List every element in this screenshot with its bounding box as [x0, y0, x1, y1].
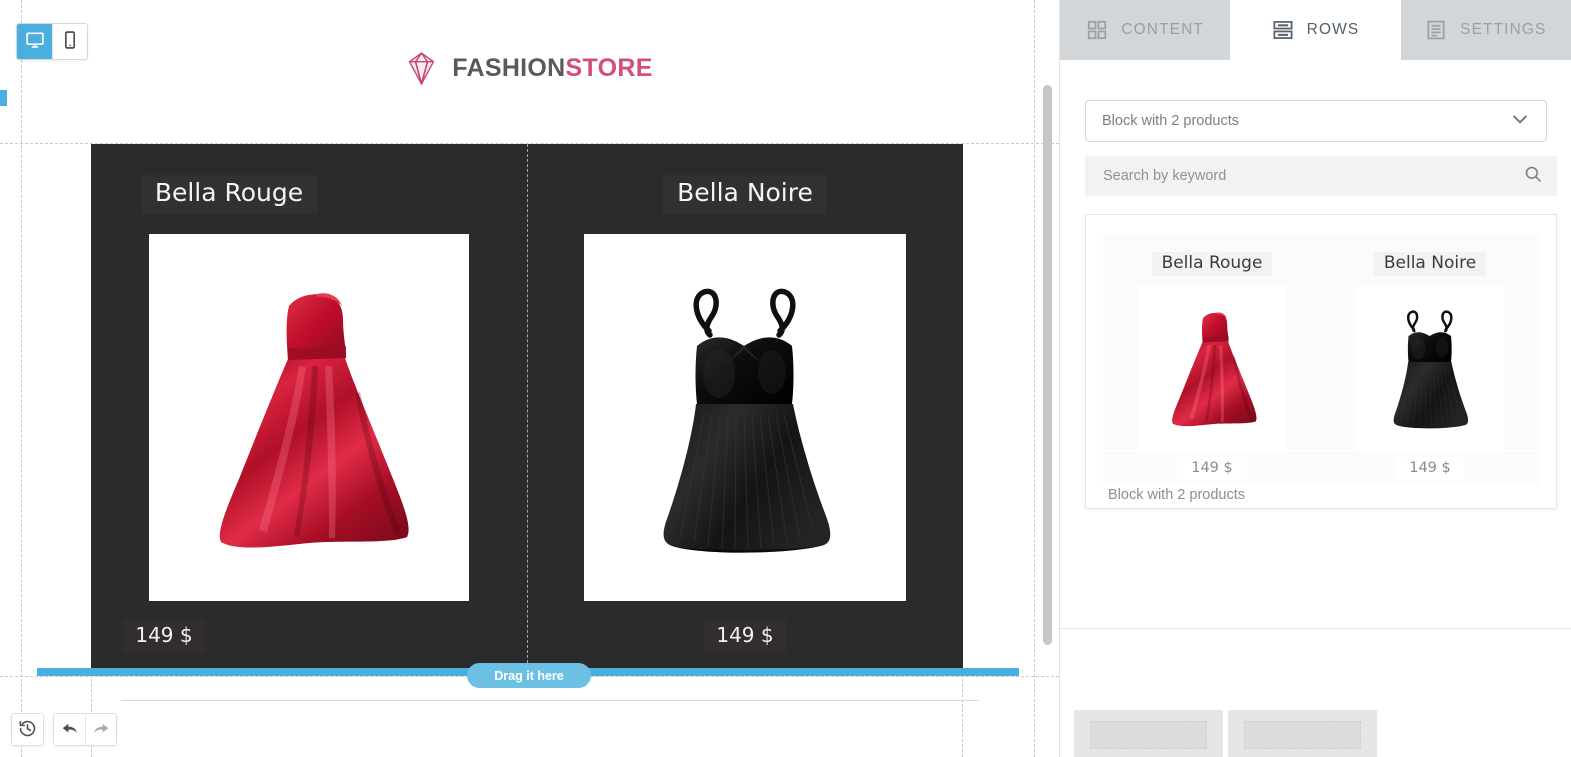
product-price: 149 $: [704, 618, 786, 653]
preview-price-cell-1: 149 $: [1103, 452, 1321, 484]
preview-product-title: Bella Rouge: [1151, 252, 1273, 276]
product-title: Bella Rouge: [140, 175, 318, 214]
history-group: [11, 713, 44, 746]
grid-squares-icon: [1086, 19, 1108, 41]
product-column-2[interactable]: Bella Noire 149 $: [527, 144, 963, 673]
preview-product-price: 149 $: [1395, 456, 1465, 480]
product-title: Bella Noire: [663, 175, 827, 214]
history-clock-icon: [18, 719, 37, 741]
products-row[interactable]: Bella Rouge 149 $ Bella Noire 149 $: [91, 144, 963, 673]
preview-product-2: Bella Noire: [1321, 235, 1539, 450]
chevron-down-icon: [1510, 109, 1530, 134]
email-canvas[interactable]: Air: [0, 0, 1059, 757]
mobile-view-button[interactable]: [52, 24, 87, 59]
tab-content[interactable]: CONTENT: [1060, 0, 1231, 60]
product-column-1[interactable]: Bella Rouge 149 $: [91, 144, 527, 673]
search-field[interactable]: [1085, 156, 1557, 196]
sidebar-tabbar: CONTENT ROWS SETTINGS: [1060, 0, 1571, 60]
preview-product-title: Bella Noire: [1373, 252, 1487, 276]
device-view-toggle[interactable]: [16, 23, 88, 60]
drag-ghost-placeholder: [1090, 721, 1207, 749]
preview-prices-row: 149 $ 149 $: [1103, 452, 1539, 484]
row-preview-caption: Block with 2 products: [1108, 487, 1246, 503]
row-category-select[interactable]: Block with 2 products: [1085, 100, 1547, 142]
undo-button[interactable]: [54, 714, 85, 745]
product-image-black-dress[interactable]: [584, 233, 906, 601]
preview-image-black-dress: [1356, 286, 1504, 450]
email-body: Air: [21, 0, 1034, 757]
monitor-icon: [25, 30, 45, 53]
undo-arrow-icon: [60, 719, 79, 741]
right-sidebar: CONTENT ROWS SETTINGS Block with 2 produ…: [1059, 0, 1571, 757]
drag-ghost-column-1: [1074, 710, 1223, 757]
tab-content-label: CONTENT: [1121, 21, 1204, 38]
row-selection-marker[interactable]: [0, 90, 7, 106]
mobile-icon: [60, 30, 80, 53]
drag-ghost-placeholder: [1244, 721, 1361, 749]
preview-product-price: 149 $: [1177, 456, 1247, 480]
guide-line-right-outer: [1034, 0, 1035, 757]
desktop-view-button[interactable]: [17, 24, 52, 59]
rows-stack-icon: [1272, 19, 1294, 41]
redo-button[interactable]: [85, 714, 116, 745]
logo-text: FASHIONSTORE: [452, 54, 652, 83]
product-image-red-gown[interactable]: [149, 233, 469, 601]
red-gown-image: [149, 233, 469, 601]
logo-text-secondary: STORE: [565, 54, 653, 82]
redo-arrow-icon: [92, 719, 111, 741]
tab-rows-label: ROWS: [1306, 21, 1360, 38]
black-dress-thumb: [1358, 286, 1502, 450]
header-row[interactable]: FASHIONSTORE: [91, 0, 963, 143]
tab-settings[interactable]: SETTINGS: [1400, 0, 1571, 60]
red-gown-thumb: [1140, 286, 1284, 450]
black-dress-image: [584, 233, 906, 601]
diamond-gem-icon: [401, 48, 442, 89]
history-button[interactable]: [12, 714, 43, 745]
drag-ghost-row[interactable]: [1060, 694, 1397, 757]
drop-target-label: Drag it here: [467, 663, 591, 688]
row-category-value: Block with 2 products: [1102, 113, 1240, 129]
logo-text-primary: FASHION: [452, 54, 566, 82]
preview-product-1: Bella Rouge: [1103, 235, 1321, 450]
list-lines-icon: [1425, 19, 1447, 41]
footer-divider: [121, 700, 979, 701]
sidebar-section-divider: [1060, 628, 1571, 629]
row-preview-products: Bella Rouge Bella Noire: [1103, 235, 1539, 450]
preview-price-cell-2: 149 $: [1321, 452, 1539, 484]
search-icon[interactable]: [1523, 164, 1543, 189]
app-root: Air: [0, 0, 1571, 757]
tab-rows[interactable]: ROWS: [1230, 0, 1401, 60]
drag-ghost-column-2: [1228, 710, 1377, 757]
tab-settings-label: SETTINGS: [1460, 21, 1547, 38]
rows-panel: Block with 2 products Search by keyword …: [1060, 60, 1571, 757]
undo-redo-group: [53, 713, 117, 746]
row-preview-card[interactable]: Bella Rouge Bella Noire 149 $ 149 $ Bloc…: [1085, 214, 1557, 509]
editor-toolbar[interactable]: [11, 713, 117, 746]
drag-ghost-columns: [1074, 710, 1377, 757]
preview-image-red-gown: [1138, 286, 1286, 450]
product-price: 149 $: [123, 618, 205, 653]
brand-logo: FASHIONSTORE: [91, 48, 963, 89]
search-input[interactable]: [1101, 167, 1523, 185]
canvas-scrollbar[interactable]: [1043, 85, 1052, 645]
